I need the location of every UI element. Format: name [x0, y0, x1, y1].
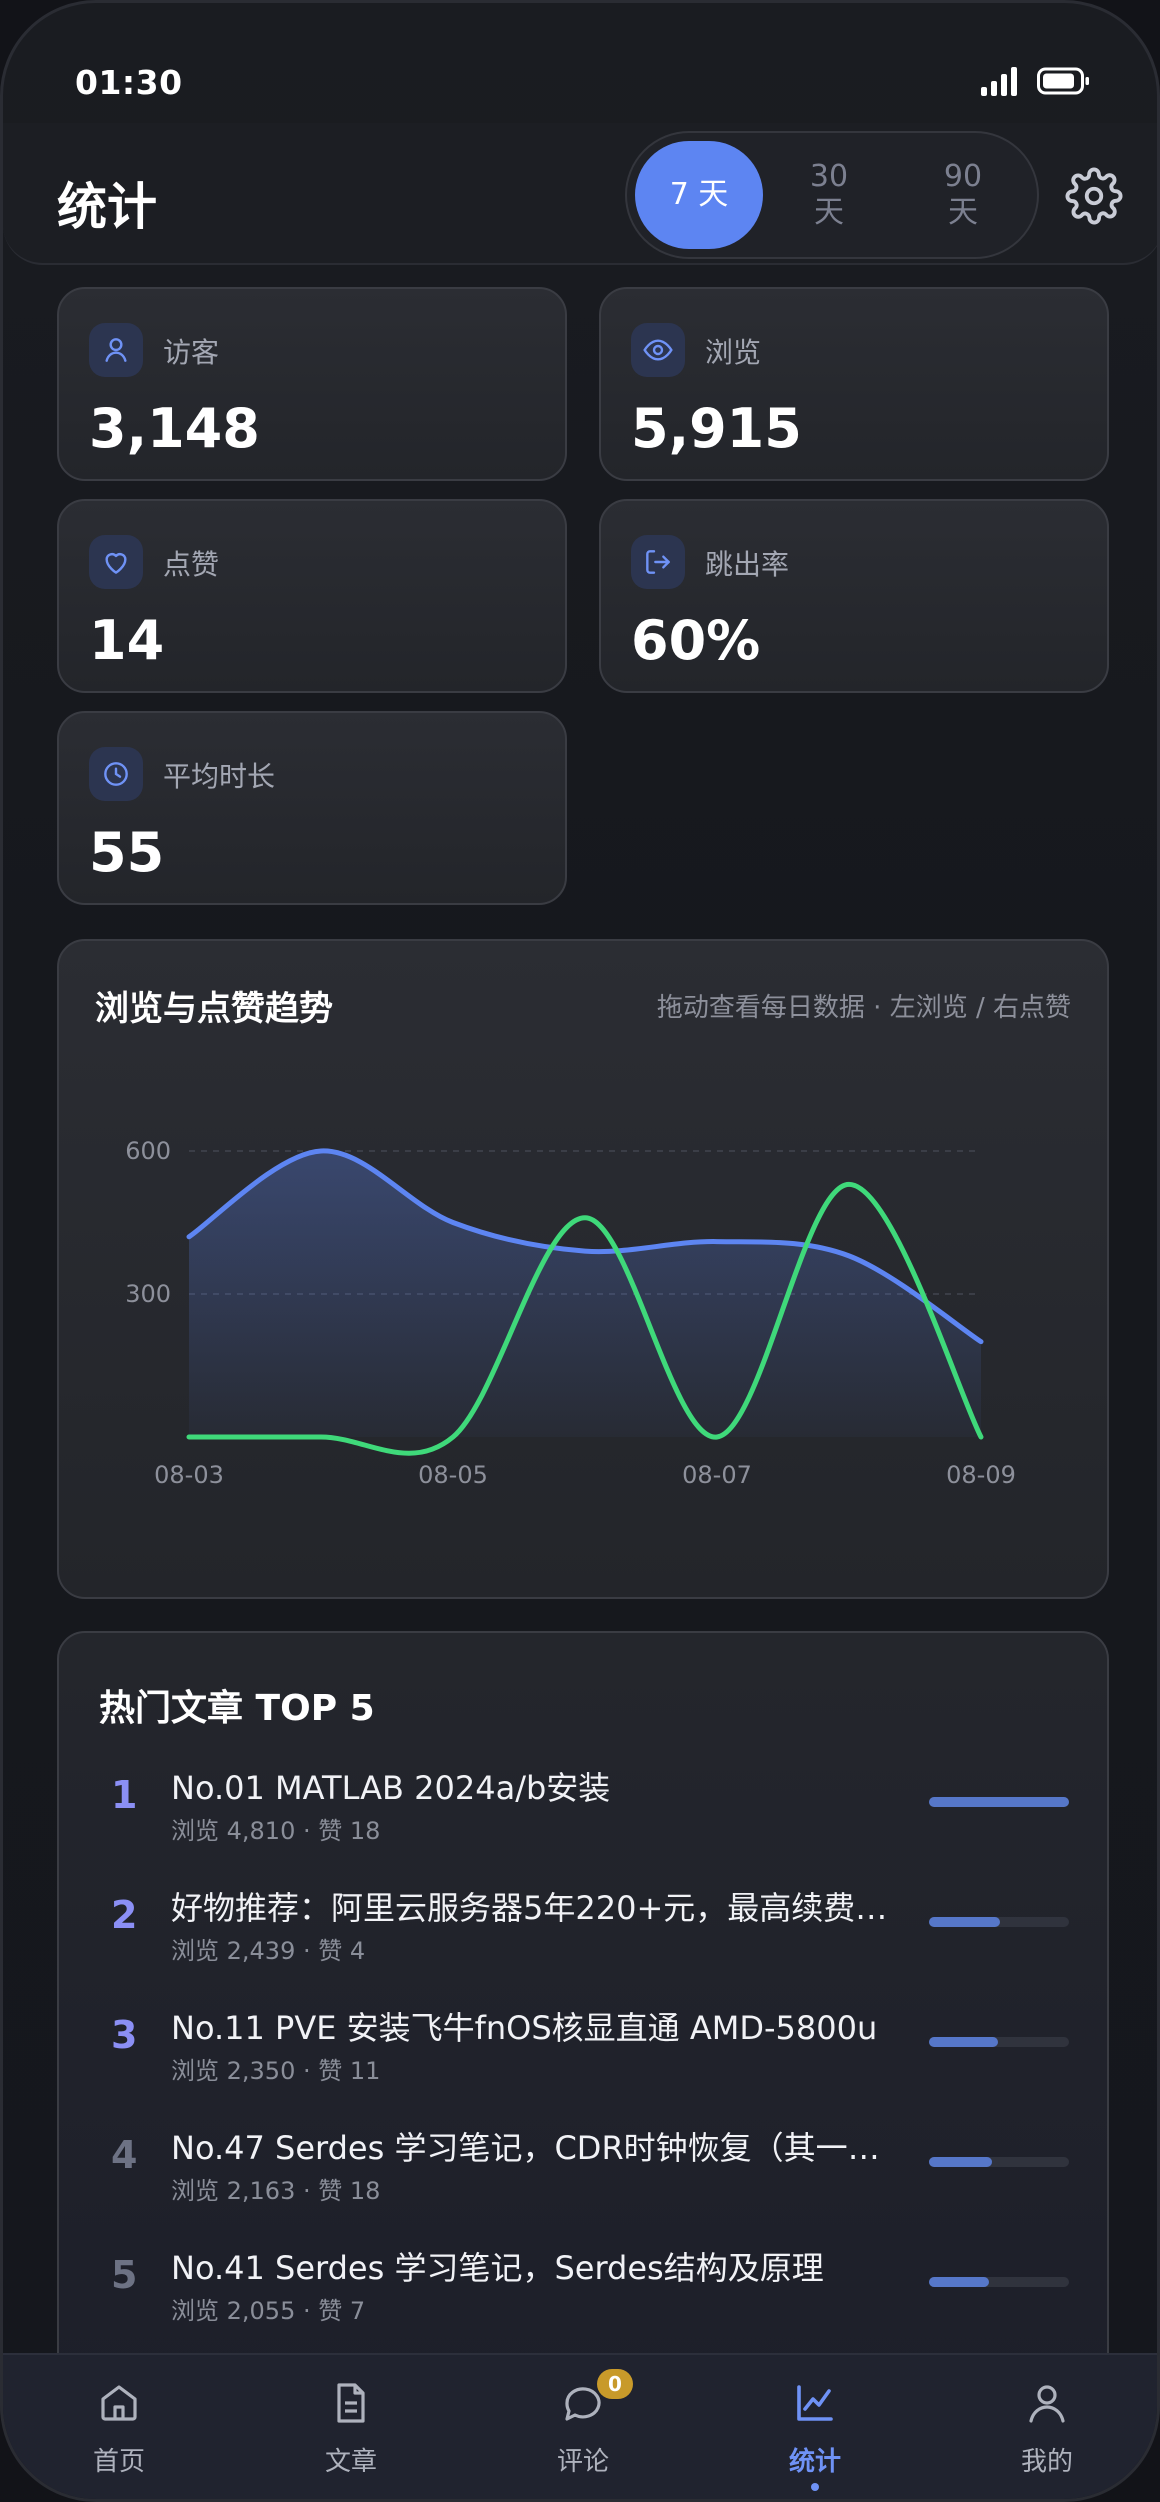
article-meta: 浏览 2,350 · 赞 11: [171, 2057, 381, 2085]
trend-chart-card: 浏览与点赞趋势 拖动查看每日数据 · 左浏览 / 右点赞 300 600 08-03…: [57, 939, 1109, 1599]
stat-label: 浏览: [705, 336, 762, 369]
rank-number: 2: [111, 1893, 138, 1937]
trend-chart[interactable]: 300 600 08-03 08-05 08-07 08-09: [59, 1061, 1111, 1581]
range-segmented-control: 7 天 30 天 90 天: [625, 131, 1039, 259]
profile-icon: [1029, 2385, 1065, 2423]
article-title: No.11 PVE 安装飞牛fnOS核显直通 AMD-5800u: [171, 2009, 878, 2047]
stat-value: 60%: [631, 609, 761, 672]
settings-gear-icon[interactable]: [1065, 167, 1123, 225]
top-articles-title: 热门文章 TOP 5: [99, 1688, 375, 1729]
top-articles-card: 热门文章 TOP 5 1 No.01 MATLAB 2024a/b安装 浏览 4…: [57, 1631, 1109, 2391]
stat-label: 跳出率: [705, 548, 790, 581]
article-meta: 浏览 2,439 · 赞 4: [171, 1937, 366, 1965]
exit-icon: [631, 535, 685, 589]
stat-value: 3,148: [89, 397, 260, 460]
range-7-days[interactable]: 7 天: [635, 141, 763, 249]
stat-value: 14: [89, 609, 165, 672]
rank-number: 5: [111, 2253, 138, 2297]
chart-hint: 拖动查看每日数据 · 左浏览 / 右点赞: [656, 993, 1071, 1023]
chart-x-tick-label: 08-05: [418, 1461, 488, 1489]
tab-label: 评论: [556, 2447, 609, 2477]
signal-icon: [981, 67, 1017, 96]
tab-stats[interactable]: 统计: [699, 2355, 931, 2499]
tab-label: 首页: [92, 2447, 145, 2477]
article-bar-track: [929, 1797, 1069, 1807]
eye-icon: [631, 323, 685, 377]
article-meta: 浏览 4,810 · 赞 18: [171, 1817, 381, 1845]
top-article-row[interactable]: 3 No.11 PVE 安装飞牛fnOS核显直通 AMD-5800u 浏览 2,…: [59, 1993, 1111, 2103]
battery-icon: [1037, 67, 1089, 95]
tab-articles[interactable]: 文章: [235, 2355, 467, 2499]
article-bar-fill: [929, 2037, 998, 2047]
article-bar-track: [929, 2277, 1069, 2287]
user-icon: [89, 323, 143, 377]
top-header: 统计 7 天 30 天 90 天: [3, 123, 1157, 265]
stat-label: 点赞: [163, 548, 220, 581]
stat-label: 平均时长: [163, 760, 276, 793]
chart-y-tick-label: 300: [125, 1280, 171, 1308]
rank-number: 4: [111, 2133, 138, 2177]
article-bar-track: [929, 1917, 1069, 1927]
article-title: No.01 MATLAB 2024a/b安装: [171, 1769, 611, 1807]
chart-x-tick-label: 08-03: [154, 1461, 224, 1489]
active-tab-indicator: [811, 2483, 819, 2491]
document-icon: [337, 2383, 365, 2423]
article-bar-fill: [929, 1917, 1001, 1927]
tab-comments[interactable]: 0 评论: [467, 2355, 699, 2499]
top-article-row[interactable]: 2 好物推荐：阿里云服务器5年220+元，最高续费1... 浏览 2,439 ·…: [59, 1873, 1111, 1983]
stat-card-views: 浏览 5,915: [599, 287, 1109, 481]
stat-card-likes: 点赞 14: [57, 499, 567, 693]
stat-card-avg-duration: 平均时长 55: [57, 711, 567, 905]
article-bar-track: [929, 2157, 1069, 2167]
phone-frame: 01:30 统计 7 天 30 天 90 天 访客 3,148 浏览 5,915…: [0, 0, 1160, 2502]
chart-icon: [797, 2385, 833, 2421]
chart-title: 浏览与点赞趋势: [95, 989, 333, 1029]
tab-home[interactable]: 首页: [3, 2355, 235, 2499]
comment-count-badge: 0: [597, 2369, 633, 2399]
heart-icon: [89, 535, 143, 589]
article-bar-fill: [929, 2277, 990, 2287]
article-title: No.47 Serdes 学习笔记，CDR时钟恢复（其一，...: [171, 2129, 901, 2167]
tab-label: 文章: [324, 2447, 377, 2477]
rank-number: 3: [111, 2013, 138, 2057]
chart-x-tick-label: 08-09: [946, 1461, 1016, 1489]
article-bar-fill: [929, 2157, 992, 2167]
status-bar: 01:30: [3, 3, 1157, 123]
stat-card-visitors: 访客 3,148: [57, 287, 567, 481]
home-icon: [101, 2385, 137, 2421]
article-meta: 浏览 2,055 · 赞 7: [171, 2297, 366, 2325]
bottom-tab-bar: 首页 文章 0 评论 统计 我的: [3, 2353, 1157, 2499]
chart-y-tick-label: 600: [125, 1137, 171, 1165]
top-article-row[interactable]: 1 No.01 MATLAB 2024a/b安装 浏览 4,810 · 赞 18: [59, 1753, 1111, 1863]
article-bar-track: [929, 2037, 1069, 2047]
stat-value: 55: [89, 821, 165, 884]
top-article-row[interactable]: 4 No.47 Serdes 学习笔记，CDR时钟恢复（其一，... 浏览 2,…: [59, 2113, 1111, 2223]
tab-label: 统计: [788, 2447, 841, 2477]
range-30-days[interactable]: 30 天: [769, 141, 889, 249]
top-article-row[interactable]: 5 No.41 Serdes 学习笔记，Serdes结构及原理 浏览 2,055…: [59, 2233, 1111, 2343]
article-title: No.41 Serdes 学习笔记，Serdes结构及原理: [171, 2249, 824, 2287]
rank-number: 1: [111, 1773, 138, 1817]
article-meta: 浏览 2,163 · 赞 18: [171, 2177, 381, 2205]
stat-card-bounce-rate: 跳出率 60%: [599, 499, 1109, 693]
chart-x-tick-label: 08-07: [682, 1461, 752, 1489]
status-time: 01:30: [75, 63, 183, 102]
article-bar-fill: [929, 1797, 1069, 1807]
article-title: 好物推荐：阿里云服务器5年220+元，最高续费1...: [171, 1889, 901, 1927]
tab-label: 我的: [1020, 2447, 1073, 2477]
range-90-days[interactable]: 90 天: [903, 141, 1023, 249]
stat-label: 访客: [163, 336, 220, 369]
page-title: 统计: [57, 178, 157, 236]
chart-series-area: [189, 1150, 981, 1437]
clock-icon: [89, 747, 143, 801]
stat-value: 5,915: [631, 397, 802, 460]
tab-profile[interactable]: 我的: [931, 2355, 1157, 2499]
